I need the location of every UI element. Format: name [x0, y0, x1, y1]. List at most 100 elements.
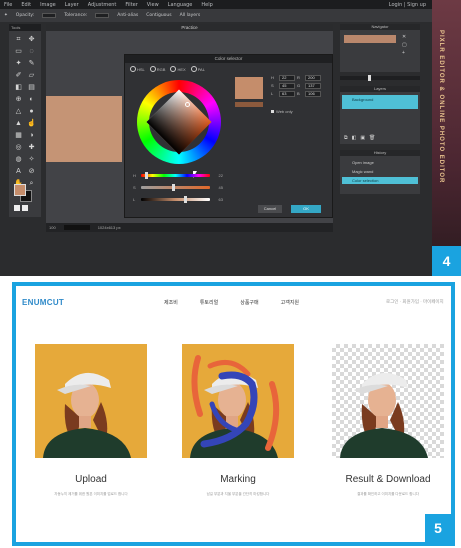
drawing-tool-icon[interactable]: △: [13, 107, 24, 117]
menu-image[interactable]: Image: [40, 2, 56, 8]
navigator-expand-icon[interactable]: ▢: [402, 42, 408, 48]
tolerance-input[interactable]: [95, 13, 110, 18]
layers-panel: Layers Background ⧉ ◧ ▣ 🗑: [340, 86, 420, 144]
nav-item[interactable]: 상품구매: [240, 299, 258, 306]
history-item[interactable]: Magic wand: [342, 168, 418, 175]
color-replace-icon[interactable]: ◐: [26, 95, 37, 105]
navigator-thumbnail[interactable]: [344, 35, 396, 43]
menu-view[interactable]: View: [147, 2, 159, 8]
magic-wand-icon: ✦: [4, 13, 8, 18]
history-item[interactable]: Open image: [342, 159, 418, 166]
hue-slider[interactable]: [141, 171, 210, 179]
zoom-value[interactable]: 100: [49, 223, 56, 232]
ok-button[interactable]: OK: [291, 205, 321, 213]
woman-portrait-cutout: [340, 372, 428, 458]
crop-tool-icon[interactable]: ⌗: [13, 35, 24, 45]
eyedropper-tool-icon[interactable]: ⊘: [26, 167, 37, 177]
swap-colors-icon[interactable]: [14, 205, 20, 211]
mode-hex-radio[interactable]: HEX: [170, 66, 185, 72]
menu-file[interactable]: File: [4, 2, 12, 8]
lasso-tool-icon[interactable]: ◌: [26, 47, 37, 57]
bucket-tool-icon[interactable]: ◧: [13, 83, 24, 93]
nav-item[interactable]: 튜토리얼: [200, 299, 218, 306]
g-field[interactable]: 137: [305, 83, 321, 89]
cancel-button[interactable]: Cancel: [258, 205, 282, 213]
redeye-tool-icon[interactable]: ◎: [13, 143, 24, 153]
blur-tool-icon[interactable]: ●: [26, 107, 37, 117]
navigator-zoom-in-icon[interactable]: +: [402, 50, 408, 56]
all-layers-checkbox[interactable]: All layers: [180, 13, 201, 18]
hue-slider-row: H 22: [133, 171, 223, 179]
sharpen-tool-icon[interactable]: ▲: [13, 119, 24, 129]
clone-tool-icon[interactable]: ⊕: [13, 95, 24, 105]
lightness-slider-knob[interactable]: [184, 195, 188, 203]
menu-edit[interactable]: Edit: [21, 2, 31, 8]
nav-item[interactable]: 제조비: [164, 299, 178, 306]
account-links[interactable]: 로그인 · 회원가입 · 마이페이지: [386, 299, 444, 305]
pinch-tool-icon[interactable]: ✧: [26, 155, 37, 165]
site-logo[interactable]: ENUMCUT: [22, 298, 64, 307]
l-field[interactable]: 63: [279, 91, 295, 97]
move-tool-icon[interactable]: ✥: [26, 35, 37, 45]
foreground-color-swatch[interactable]: [14, 184, 26, 196]
dodge-tool-icon[interactable]: ◑: [26, 131, 37, 141]
woman-portrait-with-marks: [190, 355, 280, 458]
login-link[interactable]: Login | Sign up: [389, 2, 426, 8]
web-only-checkbox[interactable]: Web only: [271, 109, 293, 114]
layer-mask-icon[interactable]: ◧: [352, 135, 357, 141]
spot-heal-icon[interactable]: ✚: [26, 143, 37, 153]
dialog-title: Color selector: [125, 55, 332, 63]
mode-pal-radio[interactable]: PAL: [191, 66, 205, 72]
color-preview-old: [235, 102, 263, 107]
hue-slider-knob[interactable]: [145, 171, 149, 179]
wand-tool-icon[interactable]: ✦: [13, 59, 24, 69]
marking-step-title: Marking: [220, 474, 256, 485]
saturation-lightness-square[interactable]: [146, 89, 212, 155]
b-field[interactable]: 106: [305, 91, 321, 97]
image-size: 1024x613 px: [97, 225, 121, 230]
banner-text: PIXLR EDITOR & ONLINE PHOTO EDITOR: [438, 30, 444, 184]
g-field-label: G: [297, 83, 301, 88]
color-picker-marker[interactable]: [185, 102, 190, 107]
opacity-input[interactable]: [42, 13, 57, 18]
zoom-tool-icon[interactable]: ⌕: [26, 179, 37, 189]
menu-layer[interactable]: Layer: [65, 2, 79, 8]
zoom-field[interactable]: [63, 225, 90, 230]
pencil-tool-icon[interactable]: ✎: [26, 59, 37, 69]
layer-duplicate-icon[interactable]: ⧉: [344, 135, 348, 141]
menu-language[interactable]: Language: [168, 2, 193, 8]
menu-help[interactable]: Help: [201, 2, 212, 8]
h-field[interactable]: 22: [279, 75, 295, 81]
nav-item[interactable]: 고객지원: [281, 299, 299, 306]
bloat-tool-icon[interactable]: ◍: [13, 155, 24, 165]
lightness-slider[interactable]: [141, 195, 210, 203]
brush-tool-icon[interactable]: ✐: [13, 71, 24, 81]
mode-rgb-radio[interactable]: RGB: [150, 66, 166, 72]
s-field[interactable]: 45: [279, 83, 295, 89]
layer-row[interactable]: Background: [342, 95, 418, 109]
smudge-tool-icon[interactable]: ☝: [26, 119, 37, 129]
eraser-tool-icon[interactable]: ▱: [26, 71, 37, 81]
reset-colors-icon[interactable]: [22, 205, 28, 211]
opacity-label: Opacity:: [15, 13, 35, 18]
canvas-image-left[interactable]: [46, 96, 122, 162]
menu-adjustment[interactable]: Adjustment: [88, 2, 117, 8]
hue-wheel[interactable]: [137, 80, 221, 178]
history-item-selected[interactable]: Color selection: [342, 177, 418, 184]
contiguous-checkbox[interactable]: Contiguous: [146, 13, 171, 18]
navigator-close-icon[interactable]: ✕: [402, 34, 408, 40]
saturation-slider-knob[interactable]: [172, 183, 176, 191]
r-field[interactable]: 200: [305, 75, 321, 81]
antialias-checkbox[interactable]: Anti-alias: [117, 13, 138, 18]
lightness-slider-value: 63: [218, 196, 223, 202]
sponge-tool-icon[interactable]: ▦: [13, 131, 24, 141]
mode-hsl-radio[interactable]: HSL: [130, 66, 145, 72]
layer-delete-icon[interactable]: 🗑: [369, 135, 375, 141]
gradient-tool-icon[interactable]: ▤: [26, 83, 37, 93]
text-tool-icon[interactable]: A: [13, 167, 24, 177]
marquee-tool-icon[interactable]: ▭: [13, 47, 24, 57]
menu-filter[interactable]: Filter: [125, 2, 137, 8]
layer-new-icon[interactable]: ▣: [360, 135, 365, 141]
saturation-slider[interactable]: [141, 183, 210, 191]
navigator-zoom-slider[interactable]: [340, 75, 420, 81]
